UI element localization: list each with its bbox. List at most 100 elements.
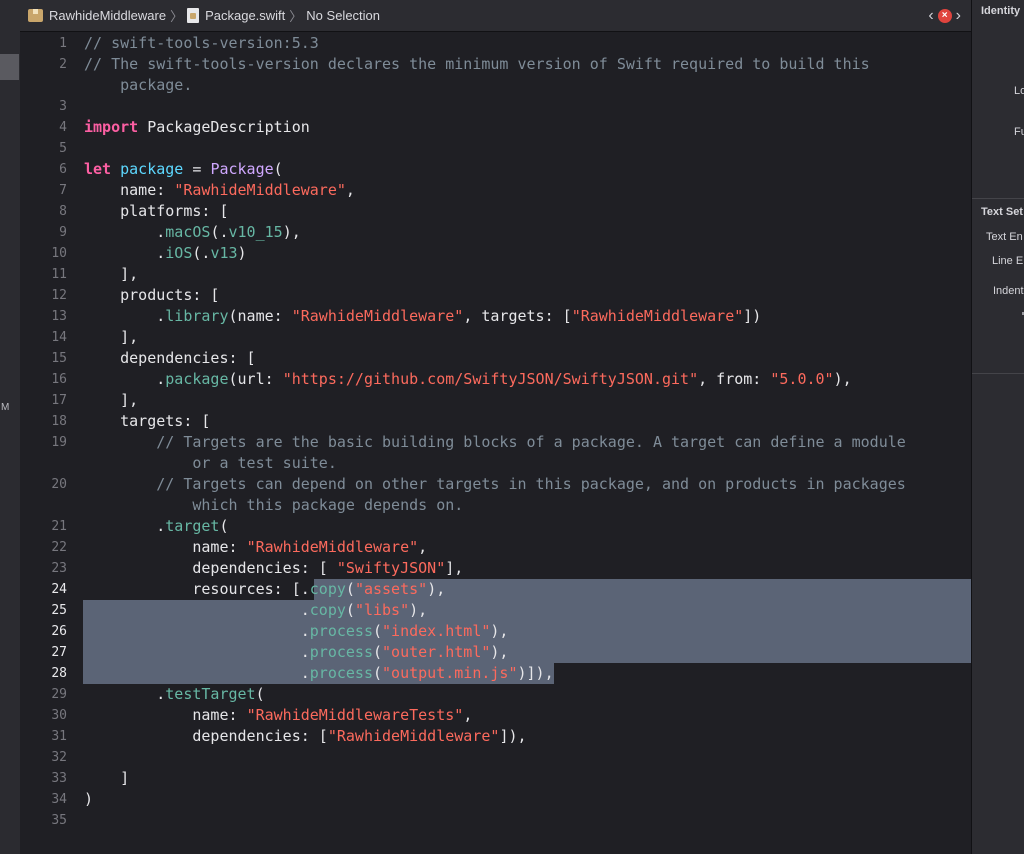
line-number: 5 bbox=[59, 141, 67, 156]
line-number: 15 bbox=[51, 351, 67, 366]
code-token: ( bbox=[273, 160, 283, 178]
code-token: process bbox=[309, 643, 373, 661]
code-line[interactable]: 25 .copy("libs"), bbox=[20, 600, 971, 621]
code-line[interactable]: 6 let package = Package( bbox=[20, 159, 971, 180]
code-token: iOS bbox=[165, 244, 193, 262]
code-token: which this package depends on. bbox=[84, 496, 464, 514]
code-text: dependencies: [ bbox=[84, 348, 255, 369]
code-line[interactable]: 33 ] bbox=[20, 768, 971, 789]
code-line[interactable]: 12 products: [ bbox=[20, 285, 971, 306]
code-line[interactable]: 29 .testTarget( bbox=[20, 684, 971, 705]
code-line[interactable]: 16 .package(url: "https://github.com/Swi… bbox=[20, 369, 971, 390]
code-line[interactable]: 24 resources: [.copy("assets"), bbox=[20, 579, 971, 600]
code-token: import bbox=[84, 118, 139, 136]
inspector-panel: Identity Lo Fu Text Set Text En Line E I… bbox=[971, 0, 1024, 854]
breadcrumb-file[interactable]: Package.swift bbox=[187, 8, 285, 23]
breadcrumb-project[interactable]: RawhideMiddleware bbox=[28, 8, 166, 23]
code-token: "assets" bbox=[354, 580, 428, 598]
code-line[interactable]: 14 ], bbox=[20, 327, 971, 348]
chevron-right-icon[interactable]: › bbox=[956, 6, 961, 26]
code-text: .target( bbox=[84, 516, 228, 537]
code-token: platforms: [ bbox=[84, 202, 229, 220]
code-token: ), bbox=[427, 580, 446, 598]
code-token: ( bbox=[373, 664, 383, 682]
code-area[interactable]: 1 // swift-tools-version:5.3 2 // The swift… bbox=[20, 32, 971, 854]
code-line[interactable]: 2 // The swift-tools-version declares the… bbox=[20, 54, 971, 75]
error-badge-icon[interactable]: × bbox=[937, 9, 952, 23]
code-line[interactable]: 19 // Targets are the basic building blo… bbox=[20, 432, 971, 453]
code-text: .process("output.min.js")]), bbox=[84, 663, 554, 684]
code-token: . bbox=[84, 223, 166, 241]
code-token: // Targets can depend on other targets i… bbox=[84, 475, 906, 493]
code-token: name: bbox=[84, 538, 247, 556]
navigator-selected-row[interactable] bbox=[0, 54, 19, 80]
code-text: // swift-tools-version:5.3 bbox=[84, 33, 319, 54]
code-line[interactable]: 8 platforms: [ bbox=[20, 201, 971, 222]
breadcrumb-project-label: RawhideMiddleware bbox=[49, 8, 167, 23]
code-line[interactable]: which this package depends on. bbox=[20, 495, 971, 516]
code-line[interactable]: 34) bbox=[20, 789, 971, 810]
code-token: ), bbox=[409, 601, 428, 619]
code-token: , bbox=[418, 538, 428, 556]
code-line[interactable]: 28 .process("output.min.js")]), bbox=[20, 663, 971, 684]
code-token: , bbox=[463, 706, 473, 724]
code-line[interactable]: 7 name: "RawhideMiddleware", bbox=[20, 180, 971, 201]
code-line[interactable]: 26 .process("index.html"), bbox=[20, 621, 971, 642]
full-path-label: Fu bbox=[1014, 126, 1024, 138]
code-line[interactable]: 30 name: "RawhideMiddlewareTests", bbox=[20, 705, 971, 726]
code-line[interactable]: 23 dependencies: [ "SwiftyJSON"], bbox=[20, 558, 971, 579]
code-line[interactable]: 18 targets: [ bbox=[20, 411, 971, 432]
breadcrumb-selection[interactable]: No Selection bbox=[306, 8, 380, 23]
code-token: library bbox=[165, 307, 229, 325]
line-number: 33 bbox=[51, 771, 67, 786]
code-token: ], bbox=[84, 328, 139, 346]
code-line[interactable]: 31 dependencies: ["RawhideMiddleware"]), bbox=[20, 726, 971, 747]
code-token: products: [ bbox=[84, 286, 220, 304]
code-line[interactable]: 4 import PackageDescription bbox=[20, 117, 971, 138]
chevron-left-icon[interactable]: ‹ bbox=[928, 6, 933, 26]
code-line[interactable]: 27 .process("outer.html"), bbox=[20, 642, 971, 663]
code-line[interactable]: 22 name: "RawhideMiddleware", bbox=[20, 537, 971, 558]
code-line[interactable]: 13 .library(name: "RawhideMiddleware", t… bbox=[20, 306, 971, 327]
code-token: name: bbox=[84, 706, 247, 724]
line-number: 10 bbox=[51, 246, 67, 261]
code-line[interactable]: 5 bbox=[20, 138, 971, 159]
code-line[interactable]: 21 .target( bbox=[20, 516, 971, 537]
code-line[interactable]: 17 ], bbox=[20, 390, 971, 411]
code-line[interactable]: 9 .macOS(.v10_15), bbox=[20, 222, 971, 243]
code-text: platforms: [ bbox=[84, 201, 229, 222]
code-token: v10_15 bbox=[228, 223, 283, 241]
line-number: 20 bbox=[51, 477, 67, 492]
line-number: 9 bbox=[59, 225, 67, 240]
code-token: let bbox=[84, 160, 112, 178]
code-line[interactable]: or a test suite. bbox=[20, 453, 971, 474]
code-line[interactable]: 10 .iOS(.v13) bbox=[20, 243, 971, 264]
code-token: process bbox=[309, 622, 373, 640]
code-line[interactable]: 15 dependencies: [ bbox=[20, 348, 971, 369]
code-token: ], bbox=[84, 265, 139, 283]
code-token: (. bbox=[192, 244, 211, 262]
code-token: ]), bbox=[499, 727, 527, 745]
code-text: resources: [.copy("assets"), bbox=[84, 579, 445, 600]
code-text: .testTarget( bbox=[84, 684, 264, 705]
code-line[interactable]: 32 bbox=[20, 747, 971, 768]
code-line[interactable]: 1 // swift-tools-version:5.3 bbox=[20, 33, 971, 54]
code-token: copy bbox=[309, 580, 346, 598]
code-line[interactable]: 3 bbox=[20, 96, 971, 117]
code-token: "index.html" bbox=[382, 622, 491, 640]
line-number: 31 bbox=[51, 729, 67, 744]
code-text: let package = Package( bbox=[84, 159, 283, 180]
jump-bar: RawhideMiddleware 〉 Package.swift 〉 No S… bbox=[20, 0, 971, 32]
code-token: dependencies: [ bbox=[84, 727, 328, 745]
swift-file-icon bbox=[187, 8, 200, 23]
code-line[interactable]: 11 ], bbox=[20, 264, 971, 285]
breadcrumb-selection-label: No Selection bbox=[306, 8, 381, 23]
code-line[interactable]: 35 bbox=[20, 810, 971, 831]
code-line[interactable]: package. bbox=[20, 75, 971, 96]
code-line[interactable]: 20 // Targets can depend on other target… bbox=[20, 474, 971, 495]
code-text: or a test suite. bbox=[84, 453, 337, 474]
code-text: ], bbox=[84, 390, 138, 411]
code-token: ( bbox=[345, 580, 355, 598]
code-token: v13 bbox=[210, 244, 238, 262]
